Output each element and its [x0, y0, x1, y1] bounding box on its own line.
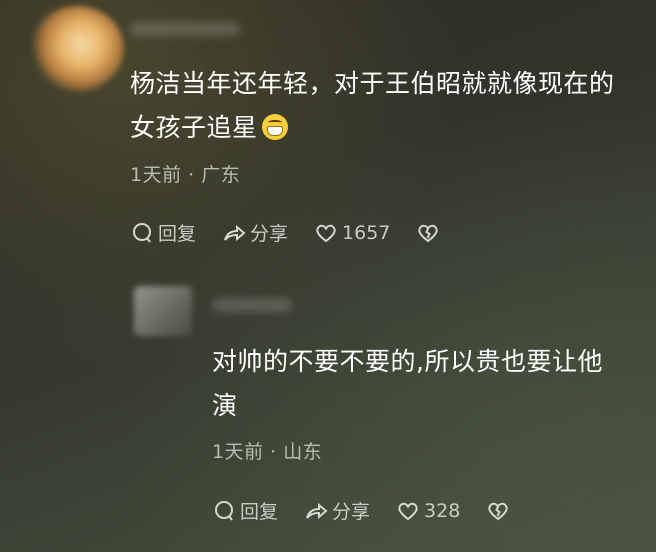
like-button[interactable]: 328: [396, 499, 460, 523]
comment-bubble-icon: [133, 222, 151, 243]
avatar[interactable]: [134, 286, 192, 336]
comment-line-text: 女孩子追星: [130, 113, 258, 142]
comment-actions: 回复 分享 328: [212, 497, 514, 524]
username-redacted[interactable]: [130, 22, 240, 36]
comment-line: 女孩子追星: [130, 106, 630, 150]
comment-text: 对帅的不要不要的,所以贵也要让他 演: [212, 340, 632, 428]
dislike-button[interactable]: [486, 499, 514, 523]
reply-label: 回复: [240, 501, 279, 523]
comment-time: 1天前: [212, 441, 264, 463]
heart-icon: [316, 224, 336, 242]
share-arrow-icon: [224, 224, 246, 241]
meta-separator: ·: [270, 441, 277, 463]
share-button[interactable]: 分享: [304, 497, 370, 524]
avatar[interactable]: [30, 6, 124, 92]
meta-separator: ·: [188, 164, 195, 186]
reply-button[interactable]: 回复: [130, 219, 196, 246]
comment-bubble-icon: [215, 500, 233, 521]
comment-line: 对帅的不要不要的,所以贵也要让他: [212, 347, 603, 376]
comment-location: 山东: [283, 441, 323, 463]
comment-time: 1天前: [130, 164, 182, 186]
reply-button[interactable]: 回复: [212, 497, 278, 524]
comment-line: 演: [212, 391, 238, 420]
broken-heart-icon: [418, 224, 439, 242]
dislike-button[interactable]: [416, 221, 444, 245]
share-arrow-icon: [306, 502, 328, 519]
like-count: 328: [424, 499, 461, 522]
comment-meta: 1天前 · 山东: [212, 437, 322, 464]
like-count: 1657: [342, 221, 391, 244]
share-button[interactable]: 分享: [222, 219, 288, 246]
reply-label: 回复: [158, 223, 197, 245]
username-redacted[interactable]: [212, 298, 292, 312]
heart-icon: [398, 502, 418, 520]
comment-line: 杨洁当年还年轻，对于王伯昭就就像现在的: [130, 69, 615, 98]
share-label: 分享: [250, 223, 289, 245]
like-button[interactable]: 1657: [314, 221, 390, 245]
broken-heart-icon: [488, 502, 509, 520]
share-label: 分享: [332, 501, 371, 523]
comment-location: 广东: [201, 164, 241, 186]
grinning-face-icon: [261, 114, 288, 140]
comment-meta: 1天前 · 广东: [130, 160, 240, 187]
comment-text: 杨洁当年还年轻，对于王伯昭就就像现在的 女孩子追星: [130, 62, 630, 150]
comment-actions: 回复 分享 1657: [130, 219, 444, 246]
